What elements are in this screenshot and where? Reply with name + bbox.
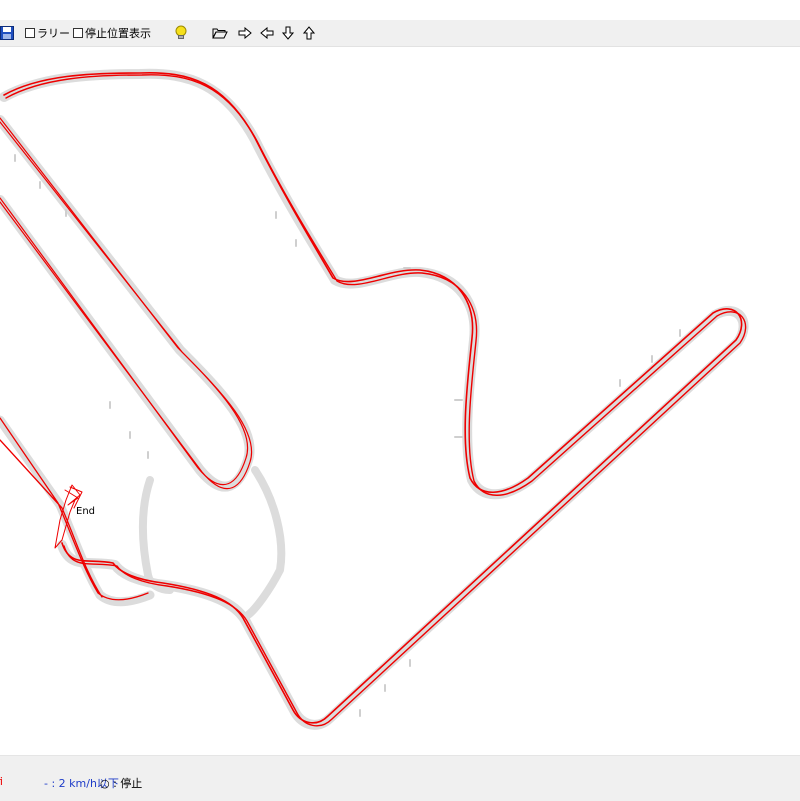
- status-bar: fi - : 2 km/h以下 ○ : 停止: [0, 755, 800, 801]
- track-outline-inner: [0, 115, 255, 492]
- rally-checkbox-box[interactable]: [25, 28, 35, 38]
- arrow-left-icon: [260, 27, 274, 39]
- rally-label: ラリー: [37, 27, 70, 40]
- track-outline-main: [0, 68, 749, 730]
- stop-position-checkbox[interactable]: 停止位置表示: [73, 24, 151, 42]
- lightbulb-icon: [175, 25, 187, 39]
- folder-open-icon: [212, 28, 228, 39]
- stop-position-checkbox-box[interactable]: [73, 28, 83, 38]
- gps-trace-lap-2: [5, 74, 747, 727]
- arrow-up-icon: [303, 26, 315, 40]
- floppy-disk-icon: [0, 26, 14, 40]
- arrow-down-button[interactable]: [279, 24, 297, 42]
- hint-button[interactable]: [172, 24, 190, 42]
- arrow-right-icon: [238, 27, 252, 39]
- rally-checkbox[interactable]: ラリー: [25, 24, 70, 42]
- gps-trace-lap-1: [3, 72, 743, 724]
- track-map-svg: End: [0, 68, 749, 730]
- gps-trace-lap-4: [0, 121, 253, 490]
- arrow-right-button[interactable]: [236, 24, 254, 42]
- save-button[interactable]: [0, 24, 16, 42]
- arrow-down-icon: [282, 26, 294, 40]
- legend-stop-text: ○ : 停止: [100, 777, 143, 790]
- open-file-button[interactable]: [211, 24, 229, 42]
- arrow-left-button[interactable]: [258, 24, 276, 42]
- arrow-up-button[interactable]: [300, 24, 318, 42]
- legend-red-text: fi: [0, 775, 3, 788]
- track-map[interactable]: End: [0, 47, 800, 755]
- end-marker-label: End: [76, 506, 95, 517]
- stop-position-label: 停止位置表示: [85, 27, 151, 40]
- toolbar: ラリー 停止位置表示: [0, 20, 800, 47]
